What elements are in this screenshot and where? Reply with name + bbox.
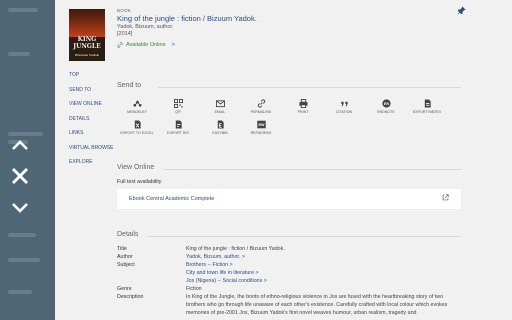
endnote-icon: EN bbox=[381, 99, 391, 108]
cover-author: Bizuum Yadok bbox=[75, 53, 99, 57]
nav-send-to[interactable]: SEND TO bbox=[69, 87, 121, 102]
external-link-icon bbox=[442, 194, 449, 201]
excel-icon bbox=[134, 120, 141, 129]
tool-print[interactable]: PRINT bbox=[283, 99, 323, 114]
tool-export-ris[interactable]: EXPORT RIS bbox=[158, 120, 198, 135]
detail-value: Fiction bbox=[186, 286, 202, 292]
detail-key: Title bbox=[117, 246, 127, 252]
chevron-down-icon bbox=[12, 203, 28, 213]
detail-row-genre: Genre Fiction bbox=[117, 285, 462, 293]
tool-mendeley[interactable]: MENDELEY bbox=[117, 99, 157, 114]
author-link[interactable]: Yadok, Bizuum, author. > bbox=[186, 253, 245, 261]
svg-text:RW: RW bbox=[258, 123, 265, 127]
chevron-up-icon bbox=[12, 140, 28, 150]
link-icon bbox=[117, 42, 123, 48]
record-header: BOOK King of the jungle : fiction / Bizu… bbox=[117, 8, 457, 48]
ris-icon bbox=[175, 120, 182, 129]
subject-link[interactable]: Brothers -- Fiction > bbox=[186, 261, 267, 269]
full-text-availability-label: Full text availability bbox=[117, 179, 162, 185]
view-online-divider bbox=[164, 169, 461, 170]
detail-value: King of the jungle : fiction / Bizuum Ya… bbox=[186, 246, 285, 252]
previous-record-button[interactable] bbox=[10, 136, 30, 156]
ebook-provider-link[interactable]: Ebook Central Academic Complete bbox=[117, 189, 461, 209]
subject-link[interactable]: Jos (Nigeria) -- Social conditions > bbox=[186, 277, 267, 285]
detail-row-author: Author Yadok, Bizuum, author. > bbox=[117, 253, 462, 261]
record-panel: KING JUNGLE Bizuum Yadok BOOK King of th… bbox=[55, 0, 475, 320]
ebook-provider-name: Ebook Central Academic Complete bbox=[129, 196, 215, 202]
availability-link[interactable]: Available Online > bbox=[117, 42, 457, 48]
tool-easybib[interactable]: EASYBIB bbox=[200, 120, 240, 135]
nav-links[interactable]: LINKS bbox=[69, 130, 121, 145]
refworks-icon: RW bbox=[256, 120, 266, 129]
nav-top[interactable]: TOP bbox=[69, 72, 121, 87]
email-icon bbox=[215, 100, 225, 108]
view-online-heading: View Online bbox=[117, 164, 155, 171]
easybib-icon bbox=[217, 120, 224, 129]
cover-art bbox=[69, 9, 105, 37]
tool-export-excel[interactable]: EXPORT TO EXCEL bbox=[117, 120, 157, 135]
nav-explore[interactable]: EXPLORE bbox=[69, 159, 121, 174]
close-record-button[interactable] bbox=[10, 166, 30, 186]
link-icon bbox=[257, 99, 265, 108]
print-icon bbox=[298, 99, 308, 108]
detail-row-subject: Subject Brothers -- Fiction > City and t… bbox=[117, 261, 462, 285]
close-icon bbox=[12, 168, 28, 184]
record-author: Yadok, Bizuum, author. bbox=[117, 24, 174, 30]
nav-view-online[interactable]: VIEW ONLINE bbox=[69, 101, 121, 116]
tool-permalink[interactable]: PERMALINK bbox=[241, 99, 281, 114]
tool-citation[interactable]: CITATION bbox=[324, 99, 364, 114]
mendeley-icon bbox=[132, 100, 142, 107]
quote-icon bbox=[340, 101, 348, 107]
next-record-button[interactable] bbox=[10, 197, 30, 217]
pin-icon[interactable] bbox=[457, 6, 466, 15]
detail-key: Description bbox=[117, 294, 144, 300]
nav-details[interactable]: DETAILS bbox=[69, 116, 121, 131]
details-heading: Details bbox=[117, 231, 139, 238]
tool-email[interactable]: EMAIL bbox=[200, 99, 240, 114]
detail-row-description: Description In King of the Jungle, the b… bbox=[117, 293, 462, 317]
detail-key: Subject bbox=[117, 262, 135, 268]
tool-refworks[interactable]: RW REFWORKS bbox=[241, 120, 281, 135]
send-to-divider bbox=[158, 87, 461, 88]
send-to-heading: Send to bbox=[117, 82, 142, 89]
subject-link[interactable]: City and town life in literature > bbox=[186, 269, 267, 277]
svg-text:EN: EN bbox=[383, 102, 389, 106]
availability-arrow: > bbox=[171, 42, 175, 48]
qr-code-icon bbox=[173, 99, 183, 108]
detail-key: Genre bbox=[117, 286, 132, 292]
nav-virtual-browse[interactable]: VIRTUAL BROWSE bbox=[69, 145, 121, 160]
section-nav: TOP SEND TO VIEW ONLINE DETAILS LINKS VI… bbox=[69, 72, 121, 174]
book-cover[interactable]: KING JUNGLE Bizuum Yadok bbox=[69, 9, 105, 61]
details-table: Title King of the jungle : fiction / Biz… bbox=[117, 245, 462, 317]
availability-label: Available Online bbox=[126, 42, 166, 48]
detail-row-title: Title King of the jungle : fiction / Biz… bbox=[117, 245, 462, 253]
record-date: [2014] bbox=[117, 31, 133, 37]
tool-export-bibtex[interactable]: EXPORT BIBTEX bbox=[407, 99, 447, 114]
left-overlay bbox=[0, 0, 55, 320]
right-gutter bbox=[475, 0, 512, 320]
bibtex-icon bbox=[424, 99, 431, 108]
record-title[interactable]: King of the jungle : fiction / Bizuum Ya… bbox=[117, 14, 457, 23]
cover-title-line-2: JUNGLE bbox=[73, 43, 101, 50]
tool-qr[interactable]: QR bbox=[158, 99, 198, 114]
detail-key: Author bbox=[117, 254, 133, 260]
details-divider bbox=[147, 236, 461, 237]
record-type: BOOK bbox=[117, 8, 132, 13]
detail-value: In King of the Jungle, the boots of ethn… bbox=[186, 294, 448, 316]
tool-endnote[interactable]: EN ENDNOTE bbox=[366, 99, 406, 114]
background-ghost-content bbox=[0, 0, 55, 320]
